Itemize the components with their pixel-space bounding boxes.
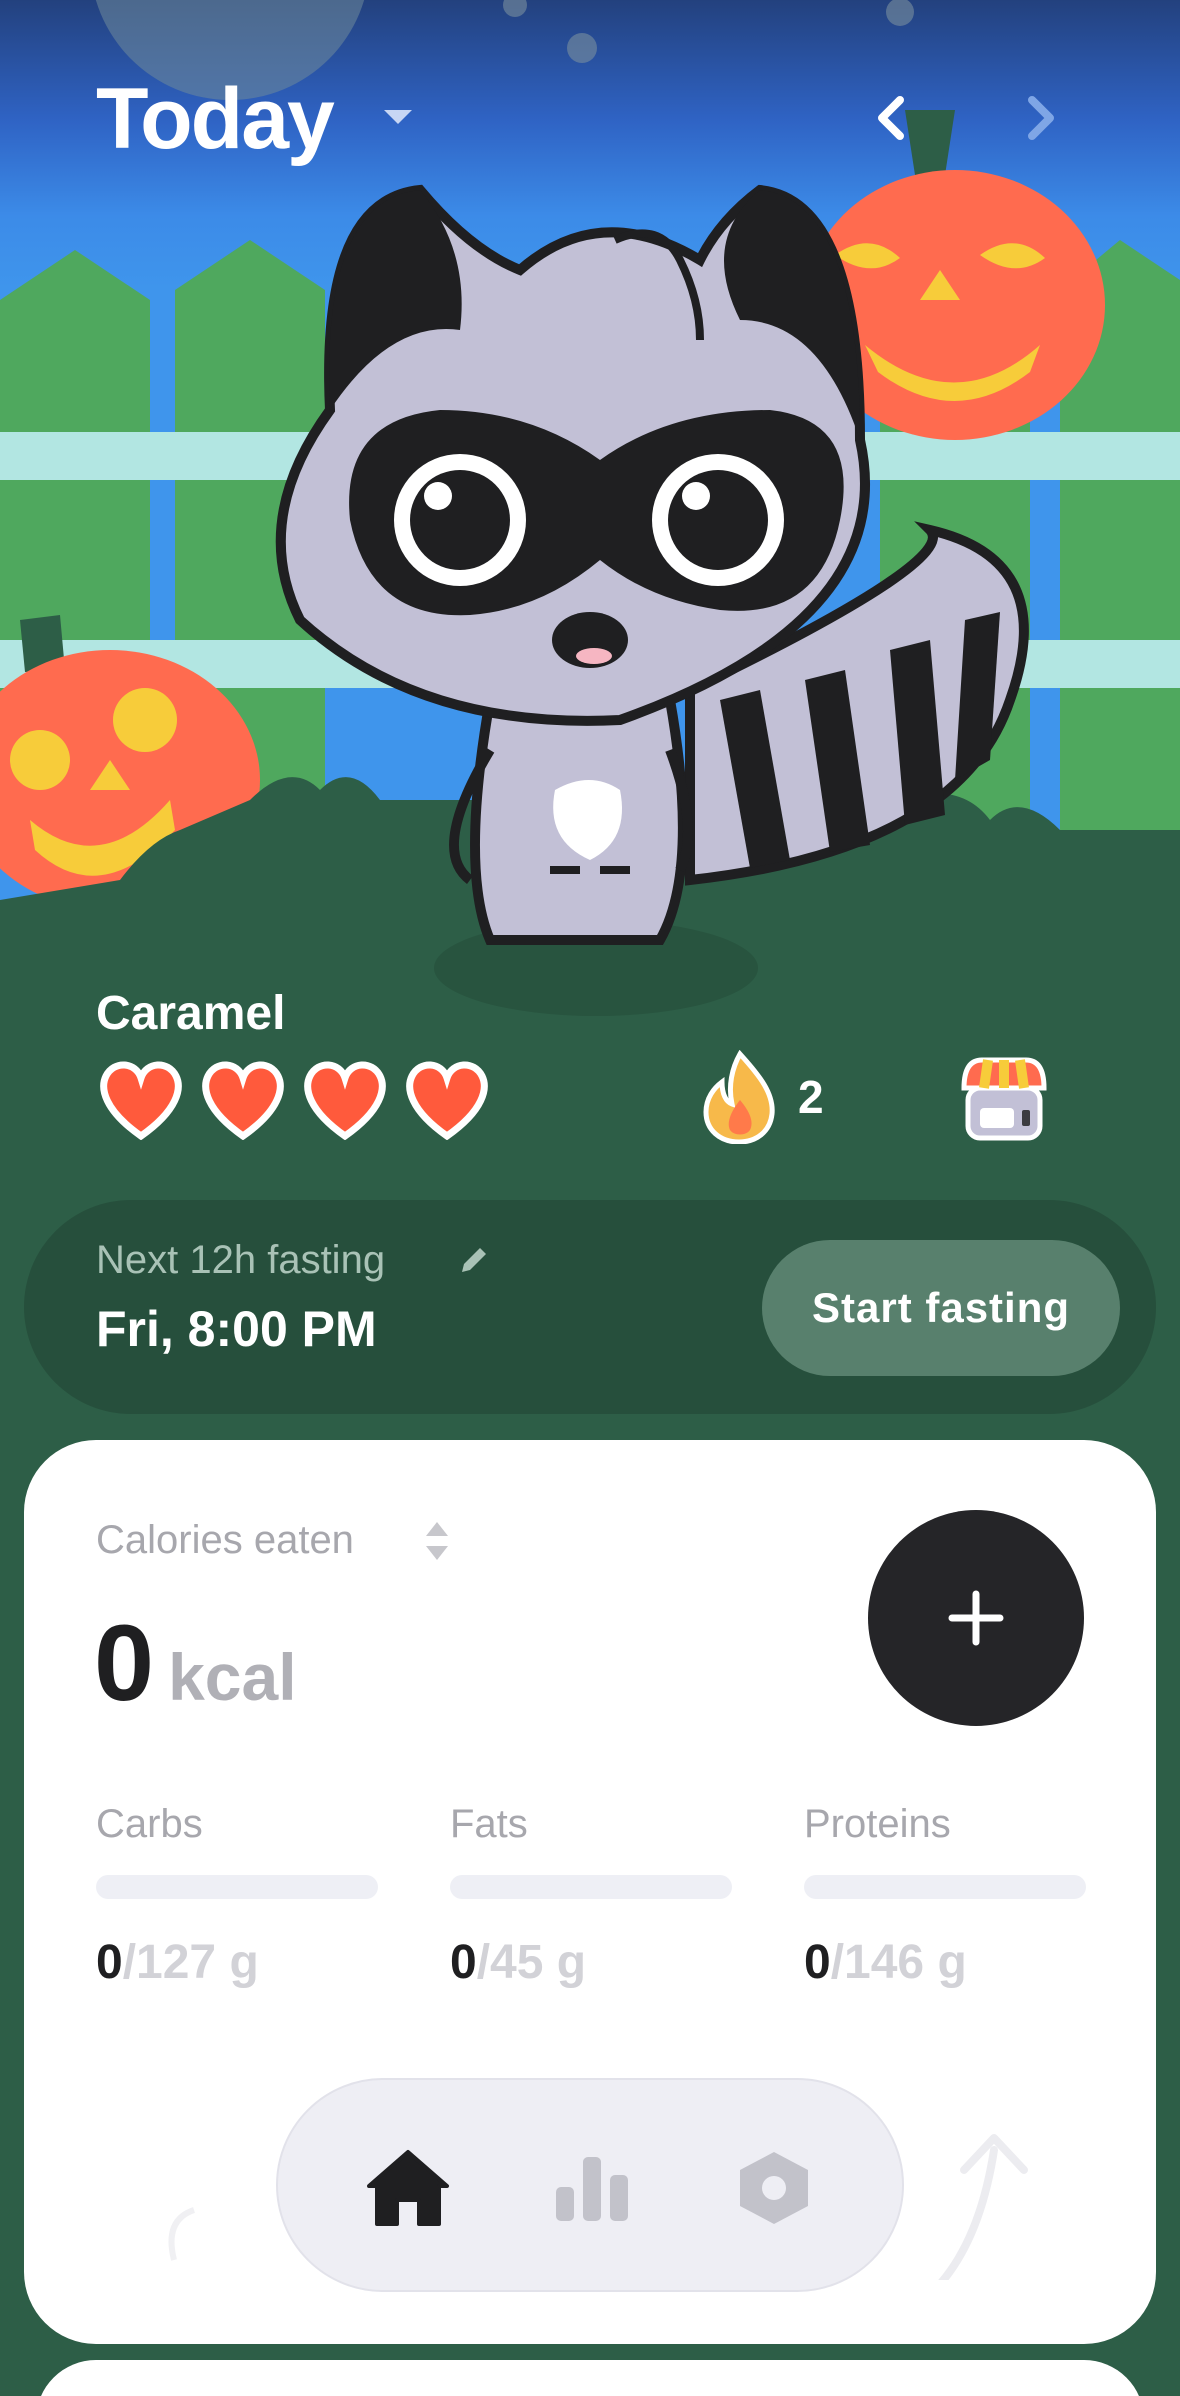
- fasting-label: Next 12h fasting: [96, 1238, 386, 1282]
- fasting-time: Fri, 8:00 PM: [96, 1301, 377, 1357]
- macro-progress-bar: [804, 1875, 1086, 1899]
- flame-icon: [703, 1050, 775, 1144]
- macro-total: /127 g: [122, 1936, 259, 1989]
- macro-proteins: Proteins 0/146 g: [804, 1802, 1086, 1990]
- streak-counter[interactable]: 2: [700, 1050, 824, 1144]
- macro-name: Proteins: [804, 1802, 951, 1846]
- macro-total: /146 g: [830, 1936, 967, 1989]
- macro-carbs: Carbs 0/127 g: [96, 1802, 378, 1990]
- fasting-card: Next 12h fasting Fri, 8:00 PM Start fast…: [24, 1200, 1156, 1414]
- macro-current: 0: [96, 1936, 123, 1989]
- chevron-left-icon[interactable]: [862, 88, 922, 148]
- macro-name: Fats: [450, 1802, 528, 1846]
- heart-icon: [304, 1061, 386, 1140]
- calories-label[interactable]: Calories eaten: [96, 1518, 354, 1563]
- heart-icon: [406, 1061, 488, 1140]
- plus-icon: [948, 1590, 1004, 1646]
- start-fasting-button[interactable]: Start fasting: [762, 1240, 1120, 1376]
- macro-total: /45 g: [476, 1936, 587, 1989]
- title-dropdown-icon[interactable]: [384, 110, 412, 124]
- macro-current: 0: [804, 1936, 831, 1989]
- add-food-button[interactable]: [868, 1510, 1084, 1726]
- page-title[interactable]: Today: [96, 70, 335, 169]
- tab-stats[interactable]: [544, 2140, 640, 2236]
- macro-current: 0: [450, 1936, 477, 1989]
- macro-progress-bar: [96, 1875, 378, 1899]
- calories-number: 0: [94, 1602, 154, 1723]
- stats-icon: [556, 2157, 628, 2221]
- hearts-row: [96, 1058, 492, 1140]
- shop-icon[interactable]: [958, 1052, 1050, 1144]
- heart-icon: [202, 1061, 284, 1140]
- sort-toggle-icon[interactable]: [424, 1520, 450, 1562]
- heart-icon: [100, 1061, 182, 1140]
- macro-value: 0/45 g: [450, 1935, 732, 1990]
- calories-unit: kcal: [168, 1640, 297, 1714]
- settings-icon: [740, 2152, 808, 2224]
- streak-count: 2: [798, 1071, 824, 1123]
- macro-value: 0/127 g: [96, 1935, 378, 1990]
- macro-progress-bar: [450, 1875, 732, 1899]
- tab-home[interactable]: [360, 2140, 456, 2236]
- tab-settings[interactable]: [726, 2140, 822, 2236]
- home-icon: [367, 2150, 449, 2226]
- pet-name: Caramel: [96, 987, 286, 1040]
- next-card: [36, 2360, 1144, 2396]
- pencil-icon[interactable]: [456, 1244, 490, 1278]
- macro-value: 0/146 g: [804, 1935, 1086, 1990]
- calories-value: 0 kcal: [94, 1600, 297, 1725]
- macro-name: Carbs: [96, 1802, 203, 1846]
- macro-fats: Fats 0/45 g: [450, 1802, 732, 1990]
- chevron-right-icon[interactable]: [1010, 88, 1070, 148]
- bottom-tab-bar: [276, 2078, 904, 2292]
